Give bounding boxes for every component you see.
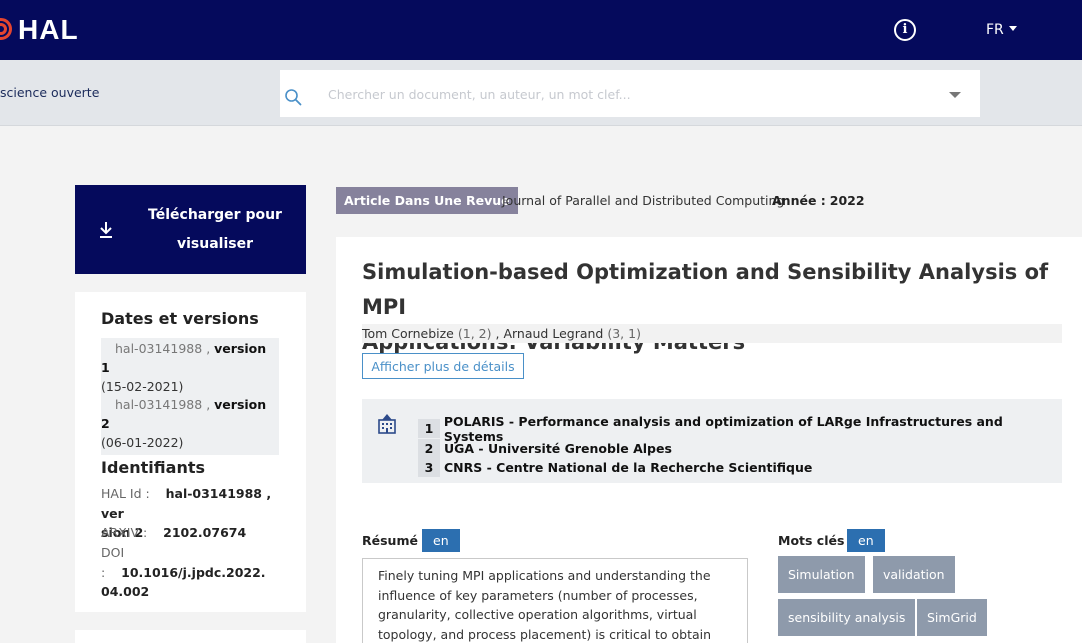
arxiv-key: ARXIV : [101,525,148,540]
year-value: 2022 [829,193,865,208]
affiliation-name[interactable]: CNRS - Centre National de la Recherche S… [444,460,812,475]
affiliation-item[interactable]: 3 CNRS - Centre National de la Recherche… [418,458,812,477]
abstract-line: Finely tuning MPI applications and under… [378,568,711,583]
chevron-down-icon [1008,26,1017,31]
affiliation-number: 1 [418,419,440,438]
author-name[interactable]: Tom Cornebize [362,326,454,341]
search-input[interactable] [328,82,928,106]
authors-line: Tom Cornebize (1, 2) , Arnaud Legrand (3… [362,324,1062,343]
document-type-badge: Article Dans Une Revue [336,187,518,214]
abstract-line: granularity, collective operation algori… [378,607,697,622]
arxiv-value[interactable]: 2102.07674 [163,525,246,540]
abstract-line: influence of key parameters (number of p… [378,587,698,603]
identifiers-title: Identifiants [101,458,205,477]
affiliation-number: 3 [418,458,440,477]
building-icon [378,414,396,434]
keyword-tag[interactable]: SimGrid [917,599,987,636]
sub-header: science ouverte [0,60,1082,126]
version-id: hal-03141988 [115,397,203,412]
abstract-label: Résumé [362,533,418,548]
keyword-tag[interactable]: sensibility analysis [778,599,916,636]
version-date: (15-02-2021) [101,379,184,394]
year-label: Année : [772,193,826,208]
author-affiliation: (1, 2) [457,326,492,341]
doi-value-cont[interactable]: 04.002 [101,584,149,599]
info-icon[interactable]: i [894,19,916,41]
arxiv-row: ARXIV : 2102.07674 [101,523,286,543]
hal-logo-text: HAL [18,14,79,45]
dates-identifiers-card: Dates et versions hal-03141988 , version… [75,292,306,612]
journal-name: Journal of Parallel and Distributed Comp… [502,193,785,208]
keywords-label: Mots clés [778,533,845,548]
version-sep: , [206,341,211,356]
search-bar [280,70,980,117]
affiliation-number: 2 [418,439,440,458]
author-affiliation: (3, 1) [607,326,641,341]
affiliation-name[interactable]: UGA - Université Grenoble Alpes [444,441,672,456]
article-title-line1: Simulation-based Optimization and Sensib… [362,260,1049,319]
abstract-line: topology, and process placement) is crit… [378,626,712,642]
top-header: HAL i FR [0,0,1082,60]
version-date: (06-01-2022) [101,435,184,450]
version-item[interactable]: hal-03141988 , version 2 (06-01-2022) [101,394,279,455]
keyword-tag[interactable]: Simulation [778,556,865,593]
next-sidebar-card [75,630,306,643]
keywords-language-badge[interactable]: en [847,529,885,552]
doi-row: DOI : 10.1016/j.jpdc.2022. 04.002 [101,543,286,602]
article-title: Simulation-based Optimization and Sensib… [362,255,1062,360]
hal-id-key: HAL Id : [101,486,150,501]
article-card: Simulation-based Optimization and Sensib… [336,237,1082,643]
download-label: Télécharger pour visualiser [135,201,295,259]
language-selector[interactable]: FR [986,22,1017,38]
version-sep: , [206,397,211,412]
version-item[interactable]: hal-03141988 , version 1 (15-02-2021) [101,338,279,399]
affiliation-item[interactable]: 2 UGA - Université Grenoble Alpes [418,439,672,458]
search-dropdown-chevron-icon[interactable] [949,92,961,98]
doi-value[interactable]: 10.1016/j.jpdc.2022. [121,565,265,580]
affiliation-item[interactable]: 1 POLARIS - Performance analysis and opt… [418,414,1062,444]
dates-versions-title: Dates et versions [101,309,259,328]
abstract-language-badge[interactable]: en [422,529,460,552]
publication-year: Année : 2022 [772,193,865,208]
download-icon [100,222,112,238]
author-separator: , [495,326,500,341]
show-details-button[interactable]: Afficher plus de détails [362,353,524,379]
download-button[interactable]: Télécharger pour visualiser [75,185,306,274]
language-label: FR [986,22,1004,38]
version-id: hal-03141988 [115,341,203,356]
download-label-line1: Télécharger pour [148,207,282,223]
author-name[interactable]: Arnaud Legrand [503,326,603,341]
download-label-line2: visualiser [176,236,253,252]
hal-logo-mark-icon [0,15,14,45]
search-icon[interactable] [284,88,302,106]
hal-logo[interactable]: HAL [0,14,79,46]
keyword-tag[interactable]: validation [873,556,955,593]
affiliations-box: 1 POLARIS - Performance analysis and opt… [362,399,1062,483]
tagline[interactable]: science ouverte [0,85,99,100]
abstract-text: Finely tuning MPI applications and under… [362,558,748,643]
